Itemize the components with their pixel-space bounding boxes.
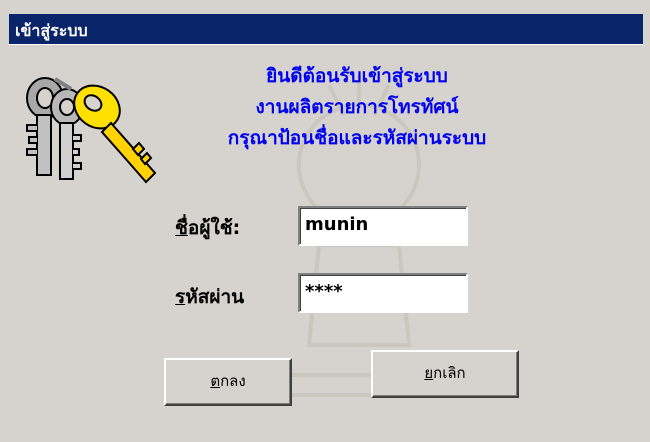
- ok-button[interactable]: ตกลง: [164, 358, 292, 406]
- username-label-text: อผู้ใช้:: [187, 217, 241, 239]
- title-bar[interactable]: เข้าสู่ระบบ: [9, 14, 643, 45]
- cancel-button-mnemonic: ย: [424, 364, 434, 382]
- cancel-button[interactable]: ยกเลิก: [371, 350, 519, 398]
- ok-button-label: กลง: [220, 372, 246, 390]
- password-value: ****: [305, 281, 343, 302]
- password-label-mnemonic: ร: [175, 286, 186, 308]
- welcome-line-1: ยินดีต้อนรับเข้าสู่ระบบ: [266, 65, 448, 87]
- username-label-mnemonic: ชื่: [175, 217, 188, 239]
- password-label-text: หัสผ่าน: [185, 286, 245, 308]
- dialog-body: ยินดีต้อนรับเข้าสู่ระบบ งานผลิตรายการโทร…: [9, 45, 643, 442]
- login-dialog: เข้าสู่ระบบ ยินดีต้อนรับเข้าสู่ระบบ งานผ…: [0, 0, 650, 442]
- window-title: เข้าสู่ระบบ: [15, 21, 88, 40]
- ok-button-mnemonic: ต: [210, 372, 221, 390]
- welcome-line-2: งานผลิตรายการโทรทัศน์: [255, 96, 459, 118]
- username-input[interactable]: munin: [298, 206, 468, 246]
- cancel-button-label: กเลิก: [433, 364, 466, 382]
- username-value: munin: [305, 214, 369, 235]
- username-label: ชื่อผู้ใช้:: [175, 213, 240, 243]
- keys-icon: [26, 77, 157, 184]
- welcome-line-3: กรุณาป้อนชื่อและรหัสผ่านระบบ: [227, 127, 487, 149]
- password-label: รหัสผ่าน: [175, 282, 244, 312]
- welcome-message: ยินดีต้อนรับเข้าสู่ระบบ งานผลิตรายการโทร…: [177, 61, 537, 154]
- password-input[interactable]: ****: [298, 273, 468, 313]
